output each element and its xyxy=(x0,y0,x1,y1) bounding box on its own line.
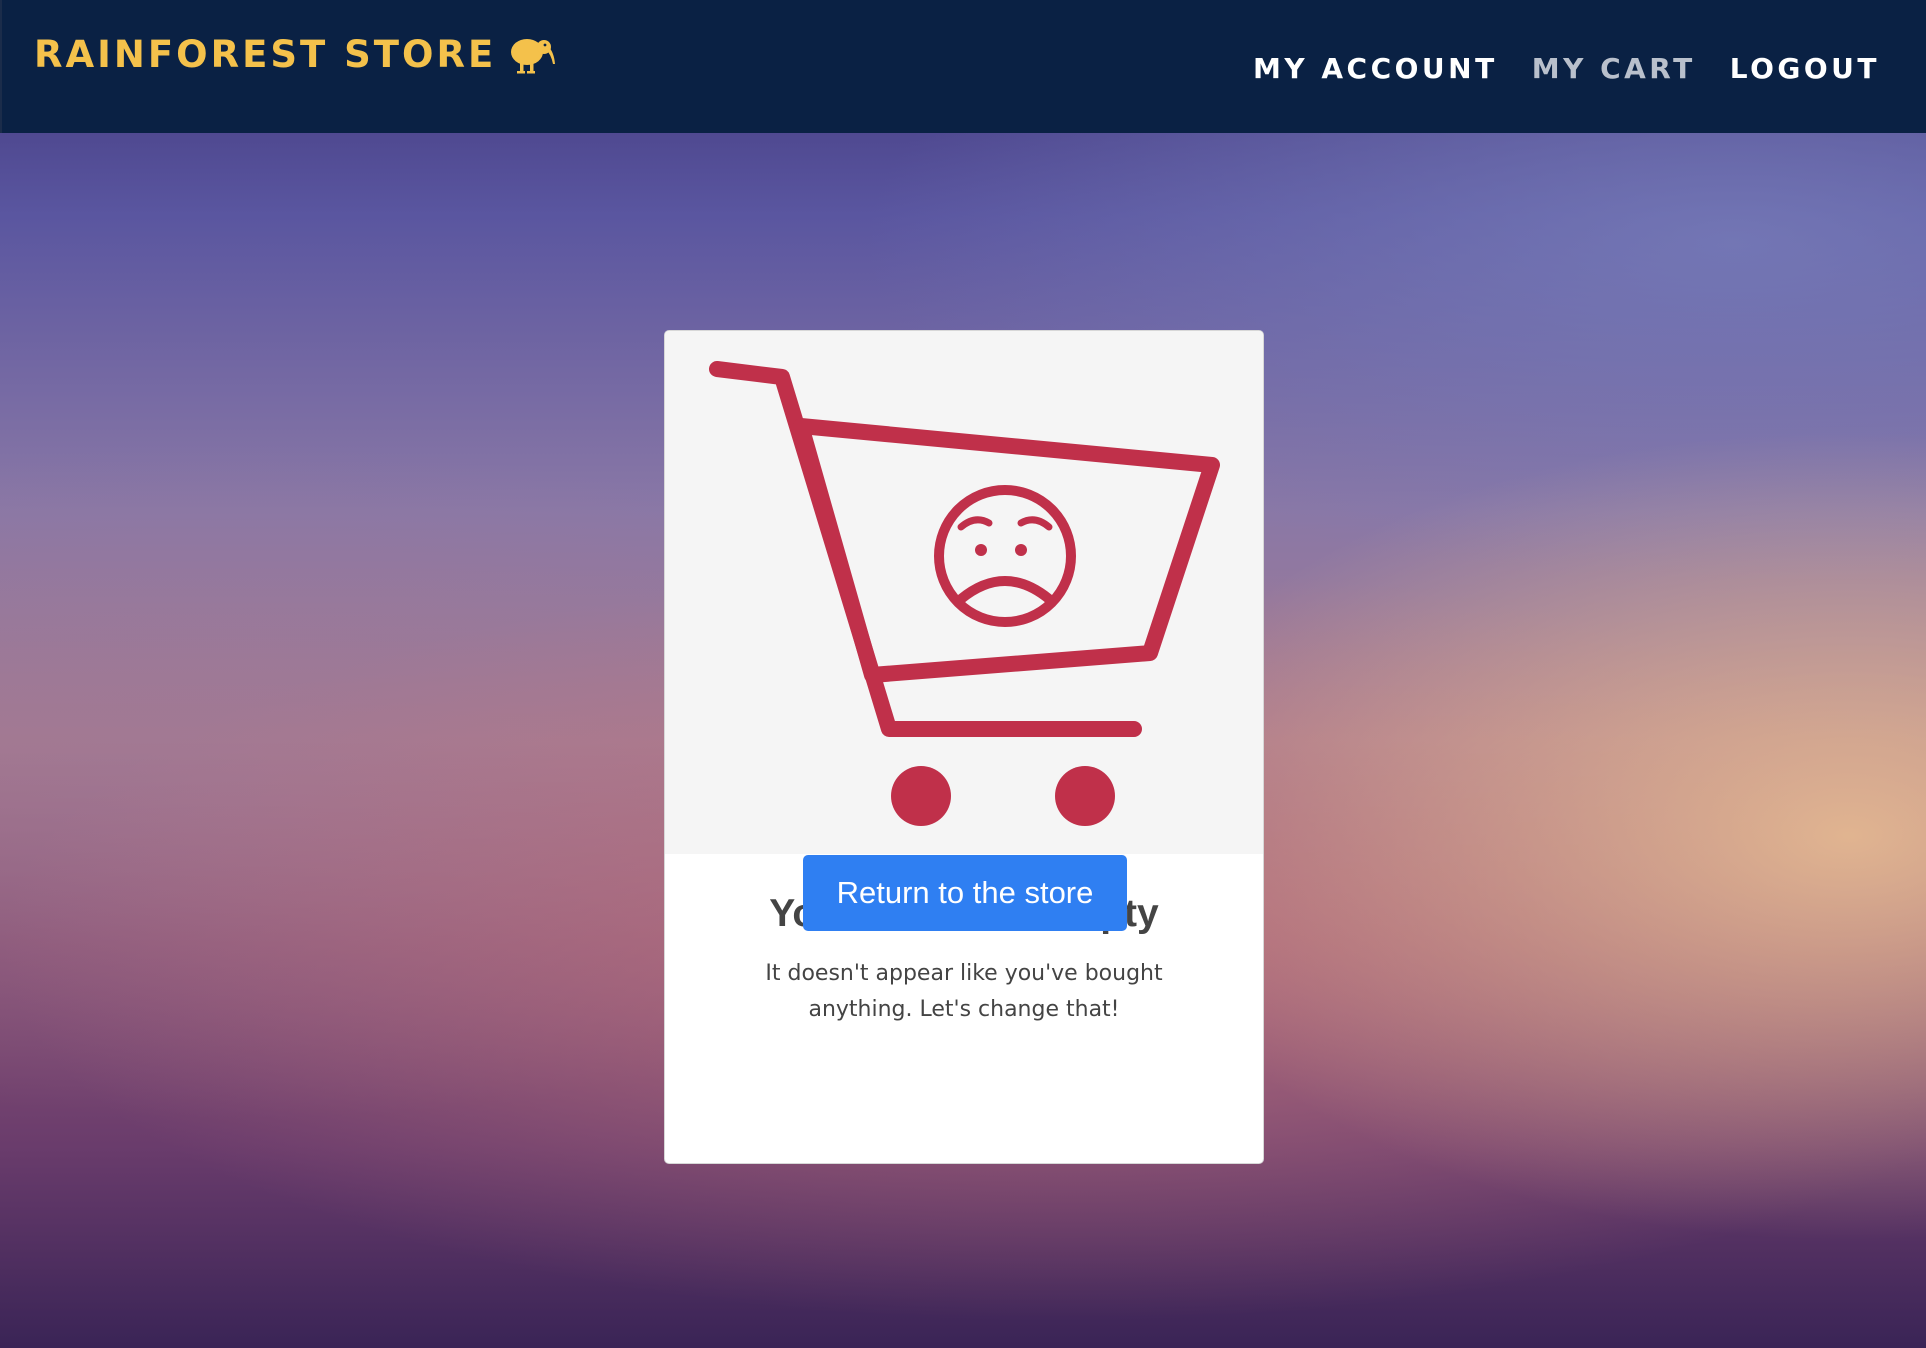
nav-link-my-cart[interactable]: MY CART xyxy=(1532,52,1696,85)
empty-cart-message: It doesn't appear like you've bought any… xyxy=(725,956,1203,1028)
empty-cart-illustration xyxy=(665,331,1263,854)
nav-links: MY ACCOUNT MY CART LOGOUT xyxy=(1253,52,1880,85)
brand-logo-link[interactable]: RAINFOREST STORE xyxy=(34,28,556,80)
return-to-store-button[interactable]: Return to the store xyxy=(803,855,1127,931)
kiwi-bird-icon xyxy=(511,39,556,74)
empty-cart-card: Your basket is empty It doesn't appear l… xyxy=(664,330,1264,1164)
brand-name: RAINFOREST STORE xyxy=(34,32,497,76)
empty-cart-message-line-1: It doesn't appear like you've bought xyxy=(765,961,1163,986)
nav-link-logout[interactable]: LOGOUT xyxy=(1730,52,1880,85)
top-navbar: RAINFOREST STORE MY ACCOUNT MY CART LOGO… xyxy=(0,0,1926,133)
nav-link-my-account[interactable]: MY ACCOUNT xyxy=(1253,52,1498,85)
sad-shopping-cart-icon xyxy=(709,361,1220,826)
empty-cart-message-line-2: anything. Let's change that! xyxy=(808,997,1120,1022)
